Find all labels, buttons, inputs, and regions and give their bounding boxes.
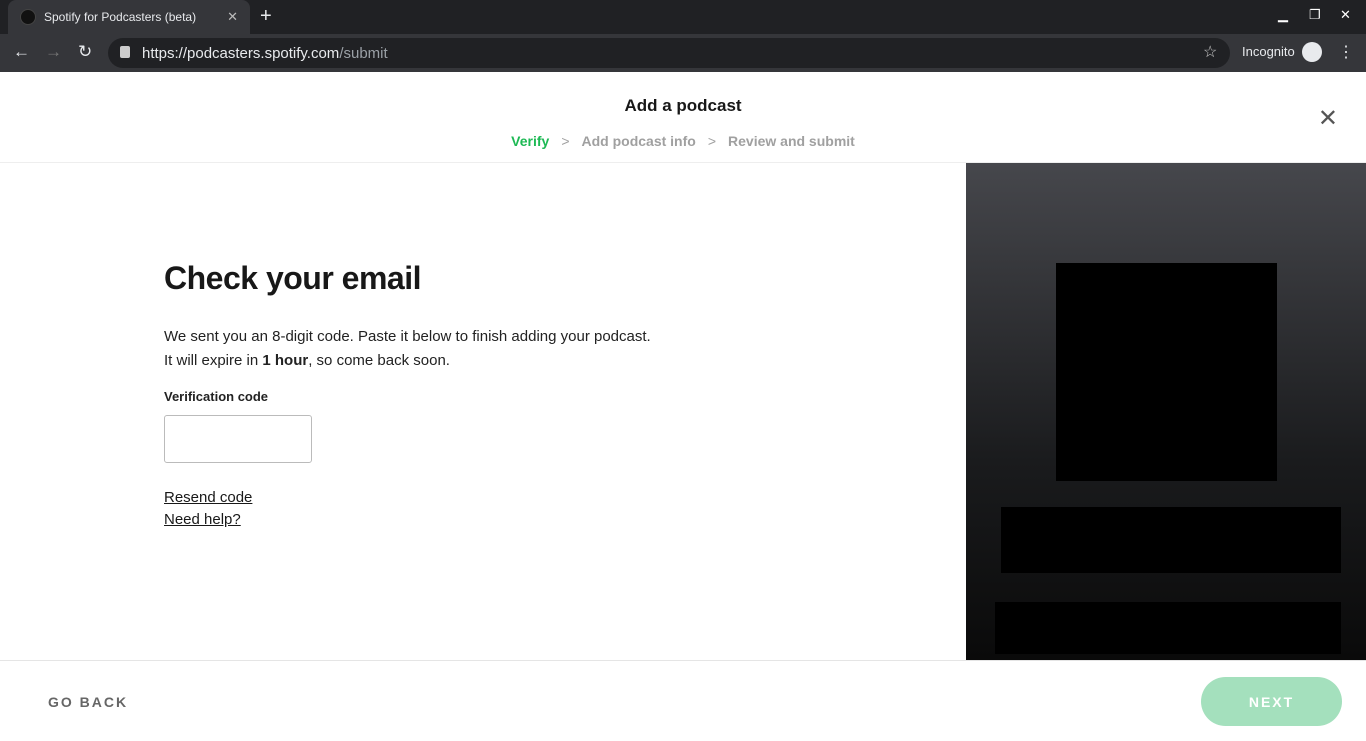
need-help-link[interactable]: Need help? <box>164 511 241 528</box>
step-add-podcast-info: Add podcast info <box>581 133 696 149</box>
description: We sent you an 8-digit code. Paste it be… <box>164 325 651 373</box>
url-path: /submit <box>339 44 388 62</box>
browser-toolbar: ← → ↻ https://podcasters.spotify.com/sub… <box>0 34 1366 72</box>
incognito-icon[interactable] <box>1302 42 1322 62</box>
lock-icon <box>120 46 130 58</box>
close-tab-icon[interactable]: ✕ <box>227 9 238 25</box>
podcast-title-redacted <box>1001 507 1341 573</box>
description-line-2: It will expire in <box>164 352 263 369</box>
description-line-1: We sent you an 8-digit code. Paste it be… <box>164 328 651 345</box>
verify-form: Check your email We sent you an 8-digit … <box>0 163 966 660</box>
incognito-label: Incognito <box>1242 44 1295 59</box>
podcast-preview-panel <box>966 163 1366 660</box>
step-review-and-submit: Review and submit <box>728 133 855 149</box>
page-title: Add a podcast <box>624 96 742 115</box>
chevron-right-icon: > <box>707 133 717 149</box>
browser-tab[interactable]: Spotify for Podcasters (beta) ✕ <box>8 0 250 34</box>
footer: GO BACK NEXT <box>0 660 1366 741</box>
expiry-time: 1 hour <box>262 352 309 369</box>
forward-arrow-icon[interactable]: → <box>45 42 62 62</box>
verification-code-label: Verification code <box>164 389 269 404</box>
bookmark-star-icon[interactable]: ☆ <box>1203 42 1217 62</box>
minimize-icon[interactable]: ▁ <box>1278 7 1288 23</box>
back-arrow-icon[interactable]: ← <box>13 42 30 62</box>
close-window-icon[interactable]: ✕ <box>1340 7 1351 23</box>
step-verify: Verify <box>511 133 550 149</box>
heading: Check your email <box>164 260 422 296</box>
tab-title: Spotify for Podcasters (beta) <box>44 10 197 24</box>
podcast-cover-redacted <box>1056 263 1277 481</box>
maximize-icon[interactable]: ❐ <box>1309 7 1321 23</box>
reload-icon[interactable]: ↻ <box>78 42 92 62</box>
close-icon[interactable]: ✕ <box>1318 104 1338 133</box>
stepper: Verify > Add podcast info > Review and submi… <box>0 133 1366 149</box>
resend-code-link[interactable]: Resend code <box>164 489 252 506</box>
verification-code-input[interactable] <box>164 415 312 463</box>
description-line-2-end: , so come back soon. <box>308 352 450 369</box>
url-host: https://podcasters.spotify.com <box>142 44 340 62</box>
new-tab-icon[interactable]: + <box>260 5 272 28</box>
address-bar[interactable]: https://podcasters.spotify.com/submit <box>108 38 1230 68</box>
more-menu-icon[interactable]: ⋮ <box>1338 42 1354 62</box>
next-button[interactable]: NEXT <box>1201 677 1342 726</box>
spotify-favicon-icon <box>20 9 36 25</box>
page-header: Add a podcast Verify > Add podcast info > Re… <box>0 72 1366 163</box>
go-back-button[interactable]: GO BACK <box>48 694 128 710</box>
browser-tab-bar: Spotify for Podcasters (beta) ✕ + ▁ ❐ ✕ <box>0 0 1366 34</box>
podcast-description-redacted <box>995 602 1341 654</box>
chevron-right-icon: > <box>561 133 570 149</box>
